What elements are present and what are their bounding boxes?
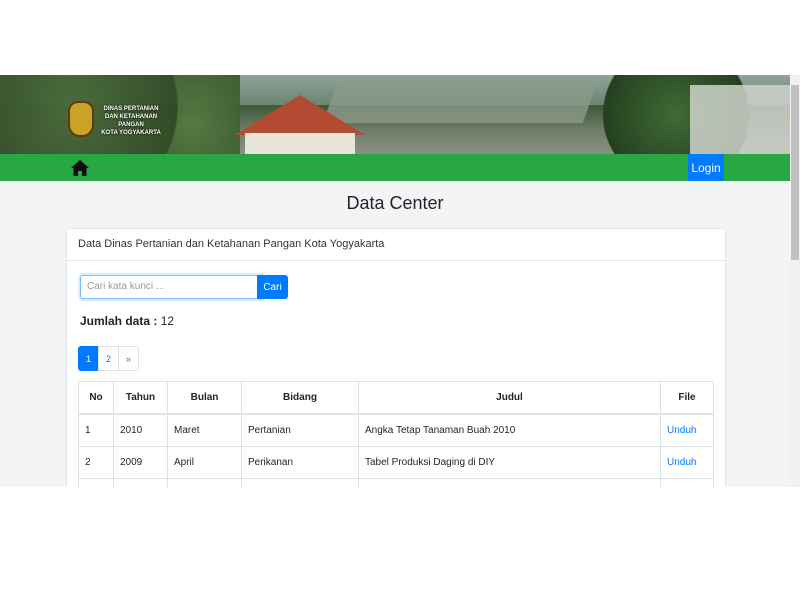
next-page-button[interactable]: » [118, 346, 139, 371]
total-value: 12 [160, 314, 175, 328]
pagination: 1 2 » [78, 346, 139, 371]
browser-viewport: DINAS PERTANIAN DAN KETAHANAN PANGAN KOT… [0, 75, 800, 487]
total-count: Jumlah data : 12 [80, 314, 174, 328]
col-judul: Judul [358, 381, 661, 415]
download-link[interactable]: Unduh [660, 413, 714, 447]
page-title: Data Center [346, 193, 444, 213]
data-table: No Tahun Bulan Bidang Judul File 1 2010 … [78, 381, 714, 487]
page-2-button[interactable]: 2 [98, 346, 119, 371]
header-banner: DINAS PERTANIAN DAN KETAHANAN PANGAN KOT… [0, 75, 790, 154]
col-bulan: Bulan [167, 381, 242, 415]
table-row [78, 478, 714, 487]
logo-text: DINAS PERTANIAN DAN KETAHANAN PANGAN KOT… [101, 106, 161, 136]
table-row: 1 2010 Maret Pertanian Angka Tetap Tanam… [78, 413, 714, 447]
col-no: No [78, 381, 114, 415]
cell-bidang: Pertanian [241, 413, 359, 447]
city-emblem-logo [68, 101, 94, 137]
navbar [0, 154, 790, 181]
cell-bulan: April [167, 446, 242, 479]
col-bidang: Bidang [241, 381, 359, 415]
cell-bulan: Maret [167, 413, 242, 447]
card-title: Data Dinas Pertanian dan Ketahanan Panga… [67, 229, 725, 261]
login-button[interactable]: Login [688, 154, 724, 181]
col-file: File [660, 381, 714, 415]
cell-judul: Angka Tetap Tanaman Buah 2010 [358, 413, 661, 447]
search-button[interactable]: Cari [257, 275, 288, 299]
table-header-row: No Tahun Bulan Bidang Judul File [78, 381, 714, 415]
cell-bidang: Perikanan [241, 446, 359, 479]
scrollbar-thumb[interactable] [791, 85, 799, 260]
home-icon [70, 159, 89, 176]
home-button[interactable] [66, 154, 93, 181]
cell-no: 2 [78, 446, 114, 479]
vertical-scrollbar[interactable] [790, 75, 800, 487]
cell-no: 1 [78, 413, 114, 447]
cell-tahun: 2010 [113, 413, 168, 447]
cell-judul: Tabel Produksi Daging di DIY [358, 446, 661, 479]
download-link[interactable]: Unduh [660, 446, 714, 479]
data-card: Data Dinas Pertanian dan Ketahanan Panga… [66, 228, 726, 487]
total-label: Jumlah data : [80, 314, 158, 328]
cell-tahun: 2009 [113, 446, 168, 479]
table-row: 2 2009 April Perikanan Tabel Produksi Da… [78, 446, 714, 479]
search-input[interactable]: Cari kata kunci ... [80, 275, 262, 299]
col-tahun: Tahun [113, 381, 168, 415]
page-1-button[interactable]: 1 [78, 346, 99, 371]
